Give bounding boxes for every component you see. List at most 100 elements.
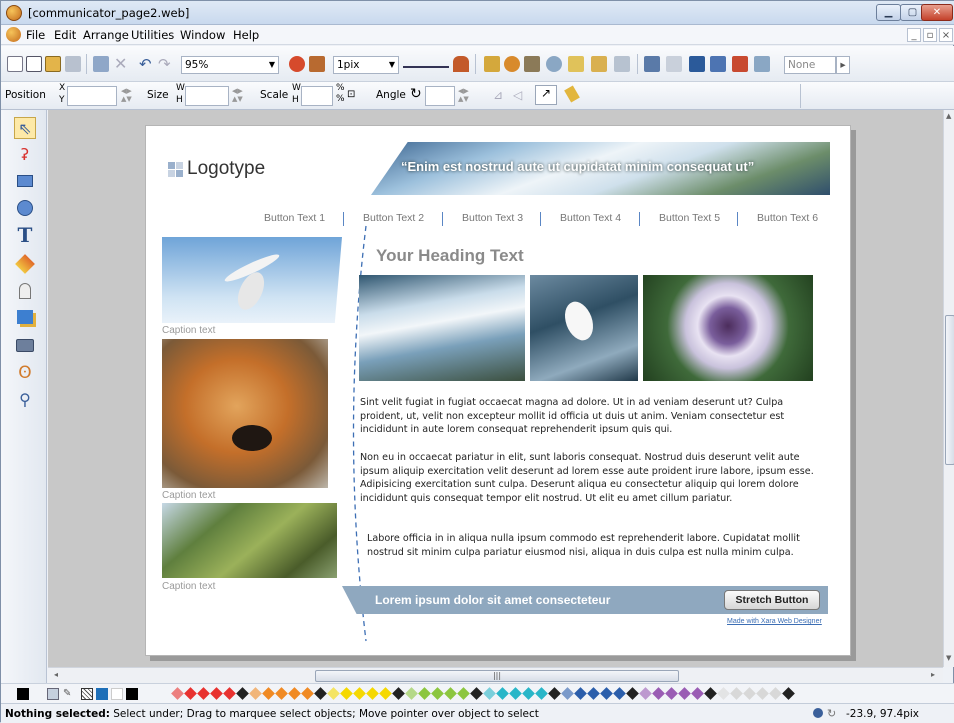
palette-swatch[interactable]: [626, 687, 639, 700]
undo-icon[interactable]: ↶: [139, 56, 155, 72]
fill-tool-icon[interactable]: [14, 253, 36, 275]
palette-swatch[interactable]: [665, 687, 678, 700]
color-swatch-white[interactable]: [111, 688, 123, 700]
palette-swatch[interactable]: [379, 687, 392, 700]
position-stepper[interactable]: ◀▶ ▲▼: [121, 87, 132, 105]
menu-edit[interactable]: Edit: [54, 28, 76, 42]
palette-swatch[interactable]: [366, 687, 379, 700]
menu-help[interactable]: Help: [233, 28, 259, 42]
palette-swatch[interactable]: [444, 687, 457, 700]
stretch-button[interactable]: Stretch Button: [724, 590, 820, 610]
scroll-up-icon[interactable]: ▲: [946, 112, 951, 120]
web-page[interactable]: Logotype “Enim est nostrud aute ut cupid…: [145, 125, 851, 656]
menu-utilities[interactable]: Utilities: [131, 28, 174, 42]
palette-swatch[interactable]: [587, 687, 600, 700]
size-field[interactable]: [185, 86, 229, 106]
logo[interactable]: Logotype: [168, 158, 308, 182]
flip-horizontal-icon[interactable]: ⊿: [493, 88, 503, 102]
zoom-page-icon[interactable]: [309, 56, 325, 72]
palette-swatch[interactable]: [470, 687, 483, 700]
palette-swatch[interactable]: [756, 687, 769, 700]
palette-swatch[interactable]: [431, 687, 444, 700]
scroll-left-icon[interactable]: ◂: [54, 670, 58, 679]
flip-vertical-icon[interactable]: ◁: [513, 88, 522, 102]
transform-mode-icon[interactable]: ↗: [535, 85, 557, 105]
delete-icon[interactable]: ✕: [114, 56, 130, 72]
palette-swatch[interactable]: [548, 687, 561, 700]
export-image-icon[interactable]: [614, 56, 630, 72]
distribute-icon[interactable]: [666, 56, 682, 72]
save-icon[interactable]: [65, 56, 81, 72]
close-button[interactable]: ✕: [921, 4, 953, 21]
egret-photo[interactable]: [530, 275, 638, 381]
paste-icon[interactable]: [754, 56, 770, 72]
scroll-right-icon[interactable]: ▸: [931, 670, 935, 679]
palette-swatch[interactable]: [457, 687, 470, 700]
palette-swatch[interactable]: [353, 687, 366, 700]
palette-swatch[interactable]: [522, 687, 535, 700]
color-swatch-black-2[interactable]: [126, 688, 138, 700]
palette-swatch[interactable]: [782, 687, 795, 700]
zoom-tool-icon[interactable]: ⚲: [14, 388, 36, 410]
angle-field[interactable]: [425, 86, 455, 106]
horizontal-scrollbar[interactable]: ◂ ||| ▸: [48, 667, 943, 683]
palette-swatch[interactable]: [405, 687, 418, 700]
palette-swatch[interactable]: [743, 687, 756, 700]
nav-button-4[interactable]: Button Text 4: [560, 212, 621, 224]
palette-swatch[interactable]: [340, 687, 353, 700]
made-with-link[interactable]: Made with Xara Web Designer: [727, 618, 822, 625]
passionflower-photo[interactable]: [643, 275, 813, 381]
import-icon[interactable]: [93, 56, 109, 72]
doc-restore-button[interactable]: ▫: [923, 28, 937, 42]
palette-swatch[interactable]: [652, 687, 665, 700]
palette-swatch[interactable]: [210, 687, 223, 700]
vertical-scrollbar[interactable]: ▲ ▼: [943, 110, 954, 667]
open-folder-icon[interactable]: [45, 56, 61, 72]
palette-swatch[interactable]: [600, 687, 613, 700]
palette-swatch[interactable]: [704, 687, 717, 700]
nav-button-5[interactable]: Button Text 5: [659, 212, 720, 224]
dog-photo[interactable]: [162, 339, 328, 488]
angle-stepper[interactable]: ◀▶ ▲▼: [458, 87, 469, 105]
scroll-down-icon[interactable]: ▼: [946, 654, 951, 662]
shape-editor-tool-icon[interactable]: ʡ: [14, 143, 36, 165]
palette-swatch[interactable]: [288, 687, 301, 700]
edit-icon[interactable]: [484, 56, 500, 72]
palette-swatch[interactable]: [327, 687, 340, 700]
line-width-select[interactable]: 1pix ▼: [333, 56, 399, 74]
palette-swatch[interactable]: [197, 687, 210, 700]
eyedropper-icon[interactable]: ✎: [63, 688, 75, 700]
color-swatch-black[interactable]: [17, 688, 29, 700]
fill-select[interactable]: None: [784, 56, 836, 74]
export-png-icon[interactable]: [591, 56, 607, 72]
export-jpg-icon[interactable]: [568, 56, 584, 72]
link-icon[interactable]: [524, 56, 540, 72]
palette-swatch[interactable]: [249, 687, 262, 700]
ellipse-tool-icon[interactable]: [14, 197, 36, 219]
palette-swatch[interactable]: [418, 687, 431, 700]
line-style-icon[interactable]: [403, 56, 449, 68]
previous-zoom-icon[interactable]: [289, 56, 305, 72]
lock-aspect-icon[interactable]: ⊡: [347, 89, 355, 100]
palette-swatch[interactable]: [275, 687, 288, 700]
palette-swatch[interactable]: [262, 687, 275, 700]
palette-swatch[interactable]: [613, 687, 626, 700]
palette-swatch[interactable]: [236, 687, 249, 700]
new-document-icon[interactable]: [7, 56, 23, 72]
palette-swatch[interactable]: [314, 687, 327, 700]
palette-swatch[interactable]: [691, 687, 704, 700]
palette-swatch[interactable]: [184, 687, 197, 700]
palette-swatch[interactable]: [392, 687, 405, 700]
palette-swatch[interactable]: [574, 687, 587, 700]
menu-file[interactable]: File: [26, 28, 45, 42]
document-icon[interactable]: [6, 27, 21, 42]
palette-swatch[interactable]: [769, 687, 782, 700]
feather-tool-icon[interactable]: ʘ: [14, 362, 36, 384]
palette-swatch[interactable]: [509, 687, 522, 700]
waterfall-photo[interactable]: [359, 275, 525, 381]
position-field[interactable]: [67, 86, 117, 106]
send-back-icon[interactable]: [710, 56, 726, 72]
palette-swatch[interactable]: [639, 687, 652, 700]
color-editor-icon[interactable]: [47, 688, 59, 700]
nav-button-3[interactable]: Button Text 3: [462, 212, 523, 224]
